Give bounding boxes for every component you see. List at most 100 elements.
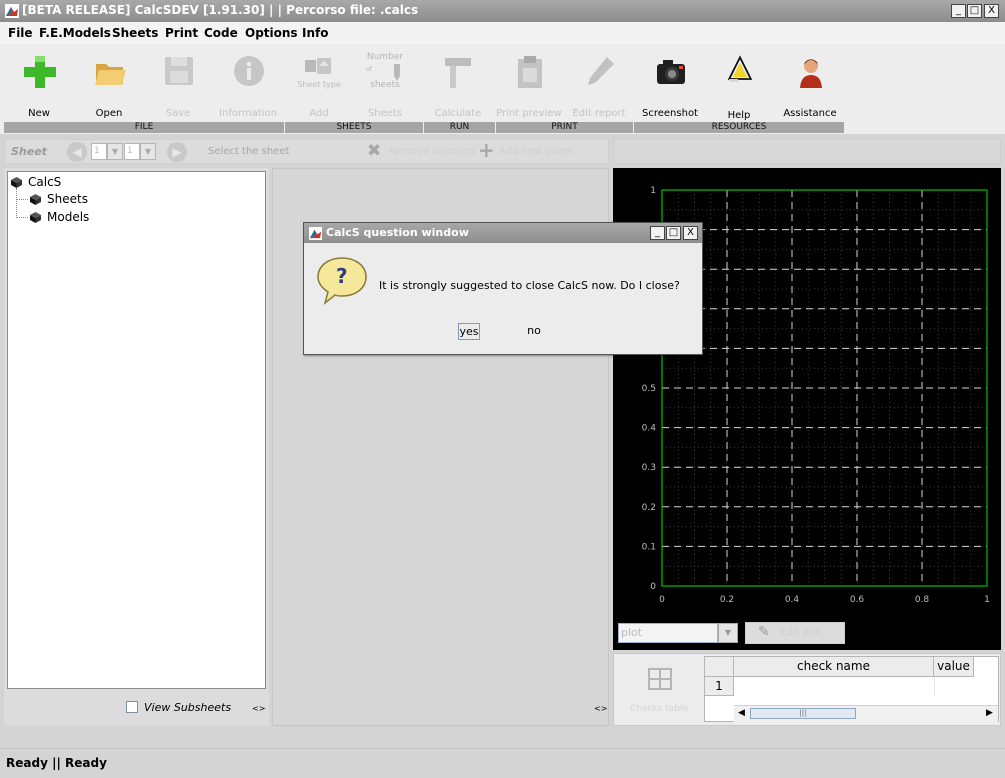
sheets-caption: sheets: [370, 80, 400, 90]
dialog-maximize-button[interactable]: □: [666, 226, 681, 240]
checks-table[interactable]: check name value 1 ◀ ||| ▶: [704, 656, 999, 722]
menu-file[interactable]: File: [8, 26, 33, 40]
sheet-page-dropdown-icon[interactable]: ▼: [107, 143, 123, 160]
assistance-button[interactable]: Assistance: [777, 50, 843, 122]
calculate-button[interactable]: Calculate: [425, 50, 491, 122]
help-logo-icon: [727, 55, 753, 82]
support-agent-icon: [800, 59, 822, 88]
cell-divider: [934, 677, 935, 696]
close-window-button[interactable]: X: [984, 4, 999, 18]
dialog-minimize-button[interactable]: _: [650, 226, 665, 240]
column-header-check-name[interactable]: check name: [734, 657, 934, 677]
new-button[interactable]: New: [6, 50, 72, 122]
add-sheet-icon[interactable]: +: [478, 138, 495, 162]
view-subsheets-checkbox[interactable]: [126, 701, 138, 713]
save-button[interactable]: Save: [145, 50, 211, 122]
y-tick-label: 0.5: [642, 384, 656, 394]
information-button[interactable]: Information: [215, 50, 281, 122]
plot-select[interactable]: plot: [618, 623, 718, 643]
tree-connector: [16, 188, 18, 218]
sheet-label: Sheet: [11, 145, 47, 158]
row-header: 1: [705, 677, 734, 696]
toolbar: New Open Save Information Sheet type Add…: [0, 44, 1005, 134]
menu-print[interactable]: Print: [165, 26, 198, 40]
x-tick-label: 0.8: [915, 595, 930, 605]
project-tree[interactable]: CalcS Sheets Models: [7, 171, 266, 689]
scroll-right-icon[interactable]: ▶: [986, 708, 993, 718]
edit-plot-button[interactable]: ✎ Edit plot: [745, 622, 845, 644]
sheet-page-field[interactable]: 1: [91, 143, 107, 160]
column-header-value[interactable]: value: [934, 657, 974, 677]
of-caption: of: [366, 66, 372, 73]
print-preview-button[interactable]: Print preview: [496, 50, 562, 122]
assistance-label: Assistance: [783, 108, 837, 119]
folder-icon: [95, 64, 126, 85]
cube-icon: [30, 194, 41, 205]
maximize-button[interactable]: □: [967, 4, 982, 18]
remove-sheet-icon[interactable]: ✖: [367, 141, 381, 161]
sheet-total-dropdown-icon[interactable]: ▼: [140, 143, 156, 160]
menu-sheets[interactable]: Sheets: [112, 26, 158, 40]
edit-plot-label: Edit plot: [780, 627, 822, 638]
menu-fe-models[interactable]: F.E.Models: [39, 26, 111, 40]
no-button[interactable]: no: [524, 323, 544, 340]
dialog-title: CalcS question window: [326, 226, 469, 239]
tree-root-calcs[interactable]: CalcS: [28, 175, 61, 189]
menu-code[interactable]: Code: [204, 26, 238, 40]
table-corner: [705, 657, 734, 677]
next-sheet-button[interactable]: ▶: [167, 142, 187, 162]
scroll-left-icon[interactable]: ◀: [738, 708, 745, 718]
group-sheets: SHEETS: [285, 122, 424, 133]
open-button[interactable]: Open: [76, 50, 142, 122]
sheet-navigation-bar: Sheet ◀ 1 ▼ 1 ▼ ▶ Select the sheet ✖ Rem…: [4, 138, 609, 164]
tree-item-models[interactable]: Models: [47, 210, 89, 224]
menu-info[interactable]: Info: [302, 26, 328, 40]
matlab-logo-icon: [5, 4, 19, 18]
screenshot-button[interactable]: Screenshot: [637, 50, 703, 122]
plot-select-dropdown-icon[interactable]: ▼: [718, 623, 738, 643]
hammer-icon: [445, 58, 471, 88]
tree-connector: [16, 217, 28, 218]
question-glyph: ?: [336, 264, 348, 288]
y-tick-label: 0.1: [642, 542, 656, 552]
window-title: [BETA RELEASE] CalcSDEV [1.91.30] | | Pe…: [22, 3, 419, 17]
clipboard-icon: [518, 56, 542, 88]
x-tick-label: 0.6: [850, 595, 865, 605]
table-horizontal-scrollbar[interactable]: ◀ ||| ▶: [734, 705, 998, 722]
plot-select-value: plot: [621, 626, 643, 639]
edit-report-button[interactable]: Edit report: [566, 50, 632, 122]
number-caption: Number: [366, 52, 404, 62]
add-sheet-label[interactable]: Add new sheet: [499, 146, 573, 157]
sheet-total-field[interactable]: 1: [124, 143, 140, 160]
minimize-button[interactable]: _: [951, 4, 966, 18]
sheet-type-caption: Sheet type: [297, 80, 341, 89]
checks-table-label: Checks table: [630, 704, 689, 714]
yes-button[interactable]: yes: [458, 323, 480, 340]
remove-sheet-label[interactable]: Remove selected: [389, 146, 475, 157]
menu-options[interactable]: Options: [245, 26, 298, 40]
cube-icon: [11, 177, 22, 188]
dialog-close-button[interactable]: X: [683, 226, 698, 240]
status-text: Ready || Ready: [6, 756, 107, 770]
previous-sheet-button[interactable]: ◀: [67, 142, 87, 162]
tree-item-sheets[interactable]: Sheets: [47, 192, 88, 206]
group-print: PRINT: [496, 122, 634, 133]
x-tick-label: 0.2: [720, 595, 734, 605]
floppy-disk-icon: [165, 57, 193, 85]
group-file: FILE: [4, 122, 285, 133]
camera-icon: [657, 60, 685, 84]
middle-panel-resize-handle[interactable]: <>: [594, 704, 607, 713]
plus-icon: [24, 56, 56, 88]
pen-icon: [588, 57, 614, 85]
y-tick-label: 0.3: [642, 463, 656, 473]
x-tick-label: 0.4: [785, 595, 800, 605]
question-dialog: CalcS question window _ □ X ? It is stro…: [303, 222, 703, 355]
table-grid-icon: [648, 668, 672, 690]
left-panel-resize-handle[interactable]: <>: [252, 704, 265, 713]
pencil-icon: [394, 64, 400, 81]
view-subsheets-label: View Subsheets: [144, 701, 232, 714]
scrollbar-thumb[interactable]: |||: [750, 708, 856, 719]
help-button[interactable]: Help: [706, 50, 772, 122]
number-of-sheets-button[interactable]: Number of sheets Sheets: [352, 50, 418, 122]
select-sheet-hint: Select the sheet: [208, 146, 290, 157]
